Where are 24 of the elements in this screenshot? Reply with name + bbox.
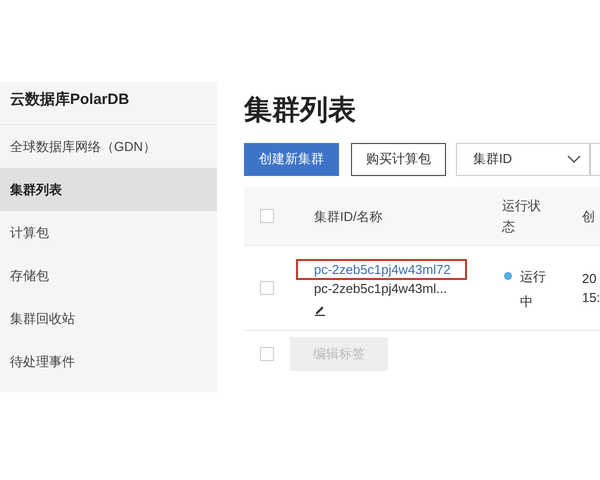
sidebar-item[interactable]: 集群回收站 bbox=[0, 297, 217, 340]
status-text: 运行中 bbox=[520, 268, 547, 311]
sidebar-title: 云数据库PolarDB bbox=[0, 82, 217, 125]
checkbox[interactable] bbox=[260, 208, 274, 223]
page-title: 集群列表 bbox=[244, 93, 357, 127]
sidebar-item[interactable]: 全球数据库网络（GDN） bbox=[0, 125, 217, 168]
sidebar-item[interactable]: 集群列表 bbox=[0, 168, 217, 211]
create-button[interactable]: 创建新集群 bbox=[244, 142, 339, 176]
column-header: 运行状态 bbox=[502, 197, 542, 236]
table-cell-text: 20 bbox=[582, 271, 598, 286]
sidebar-item[interactable]: 待处理事件 bbox=[0, 340, 217, 383]
pencil-icon[interactable] bbox=[314, 304, 326, 316]
buy-button[interactable]: 购买计算包 bbox=[351, 142, 446, 176]
column-header: 集群ID/名称 bbox=[314, 208, 383, 226]
sidebar-item[interactable]: 存储包 bbox=[0, 254, 217, 297]
checkbox[interactable] bbox=[260, 346, 274, 361]
column-header: 创 bbox=[582, 208, 595, 226]
chevron-down-icon bbox=[567, 155, 581, 163]
checkbox[interactable] bbox=[260, 280, 274, 295]
table-cell: 15: bbox=[582, 290, 600, 305]
cluster-name: pc-2zeb5c1pj4w43ml... bbox=[313, 280, 447, 296]
sidebar-item[interactable]: 计算包 bbox=[0, 211, 217, 254]
cluster-id-link[interactable]: pc-2zeb5c1pj4w43ml72 bbox=[298, 260, 465, 278]
filter-select[interactable]: 集群ID bbox=[456, 142, 590, 176]
